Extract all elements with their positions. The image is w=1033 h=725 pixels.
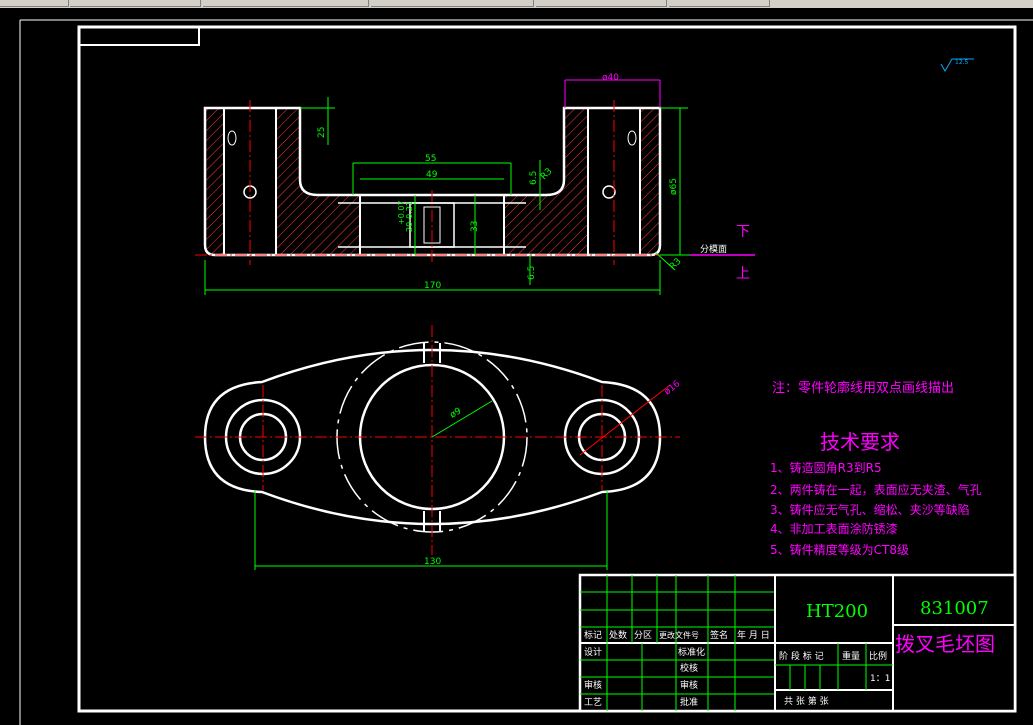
svg-text:12.5: 12.5	[955, 59, 969, 66]
dim-width-55: 55	[425, 154, 436, 164]
tb-material: HT200	[806, 601, 868, 622]
tb-approve: 批准	[680, 696, 698, 708]
tb-audit: 审核	[680, 679, 698, 691]
menu-strip	[0, 0, 1033, 8]
tech-req-item: 2、两件铸在一起，表面应无夹渣、气孔	[770, 482, 982, 497]
outline-note: 注：零件轮廓线用双点画线描出	[772, 380, 954, 396]
label-up: 上	[736, 266, 750, 282]
tb-header-sign: 签名	[710, 629, 728, 641]
dim-tol-base: 20-0.21	[405, 201, 414, 232]
dim-height-33: 33	[470, 221, 480, 232]
tech-req-item: 4、非加工表面涂防锈漆	[770, 521, 898, 536]
tb-stage-mark: 阶 段 标 记	[779, 650, 824, 662]
dim-height-65: ø65	[669, 178, 679, 195]
hatch-area	[205, 108, 224, 255]
tb-drawing-name: 拨叉毛坯图	[895, 632, 995, 656]
dim-dia-40: ø40	[602, 73, 619, 83]
dim-width-49: 49	[426, 170, 438, 180]
dim-length-130: 130	[424, 557, 441, 567]
tb-header-mark: 标记	[584, 629, 602, 641]
tb-header-docno: 更改文件号	[659, 630, 699, 640]
label-parting-line: 分模面	[700, 244, 727, 255]
toolbar-segment[interactable]	[371, 0, 534, 7]
tb-header-zone: 分区	[634, 630, 652, 641]
tb-header-date: 年 月 日	[737, 629, 770, 641]
tb-review: 审核	[584, 679, 602, 691]
toolbar-segment[interactable]	[203, 0, 369, 7]
toolbar-segment[interactable]	[669, 0, 770, 7]
tb-sheets: 共 张 第 张	[784, 695, 829, 707]
tb-weight: 重量	[842, 650, 860, 662]
hatch-area	[640, 108, 660, 255]
tb-scale: 比例	[869, 650, 887, 662]
tb-standardize: 标准化	[678, 646, 705, 658]
tech-req-item: 1、铸造圆角R3到R5	[770, 460, 882, 475]
label-down: 下	[736, 224, 750, 240]
toolbar-segment[interactable]	[0, 0, 69, 7]
tb-drawing-number: 831007	[920, 598, 989, 619]
tb-design: 设计	[584, 646, 602, 658]
dim-height-top: 25	[317, 127, 327, 138]
tech-req-title: 技术要求	[820, 430, 900, 454]
title-block: 标记 处数 分区 更改文件号 签名 年 月 日 设计 标准化 校核 审核 审核 …	[578, 573, 1017, 713]
tech-req-item: 3、铸件应无气孔、缩松、夹沙等缺陷	[770, 502, 970, 517]
tb-process: 工艺	[584, 697, 602, 708]
toolbar-segment[interactable]	[536, 0, 667, 7]
dim-length-170: 170	[424, 281, 441, 291]
tb-header-count: 处数	[609, 629, 627, 641]
tech-req-item: 5、铸件精度等级为CT8级	[770, 542, 909, 557]
cad-drawing-canvas[interactable]: 12.5 25 ø40 55 49 6.5 R3 ø65 33 +0.07 20…	[0, 8, 1033, 725]
toolbar-segment[interactable]	[70, 0, 201, 7]
tb-scale-value: 1：1	[870, 674, 890, 684]
dim-thk-65-b: 6.5	[527, 266, 537, 280]
dim-thk-65-a: 6.5	[529, 171, 539, 185]
tb-proofread: 校核	[680, 662, 698, 674]
